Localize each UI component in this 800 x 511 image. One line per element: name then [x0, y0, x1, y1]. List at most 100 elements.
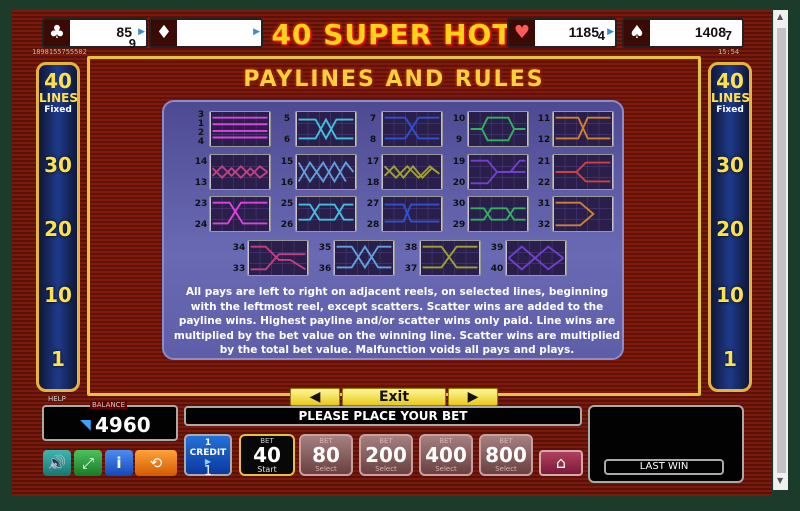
payline-number: 5 — [283, 114, 291, 124]
payline-thumbnail — [209, 196, 271, 232]
payline-number: 29 — [452, 220, 466, 230]
payline-graphic — [382, 155, 442, 189]
payline-number: 28 — [366, 220, 380, 230]
lines-value: 1 — [723, 347, 737, 371]
payline-number: 14 — [194, 157, 208, 167]
clock: 15:54 — [718, 48, 740, 56]
jackpot-diamonds: ♦ ▶ — [149, 18, 263, 48]
game-title: 40 SUPER HOT — [271, 18, 513, 51]
rules-text: All pays are left to right on adjacent r… — [173, 286, 621, 356]
payline-graphic — [553, 112, 613, 146]
lines-label: LINES — [711, 91, 750, 105]
payline-numbers: 23 24 — [193, 200, 209, 242]
payline-graphic — [553, 197, 613, 231]
payline-number: 27 — [366, 199, 380, 209]
payline-numbers: 34 33 — [231, 244, 247, 286]
bet-option-button[interactable]: BET 200 Select — [359, 434, 413, 476]
payline-numbers: 3124 — [193, 111, 209, 147]
payline-numbers: 14 13 — [193, 158, 209, 200]
payline-number: 16 — [280, 178, 294, 188]
payline-number: 24 — [194, 220, 208, 230]
scroll-up-icon[interactable]: ▲ — [777, 12, 783, 21]
lines-column-left: 40 LINES Fixed 30 20 10 1 — [36, 62, 80, 392]
jackpot-arrow-icon: ▶ — [138, 27, 145, 37]
payline-number: 31 — [537, 199, 551, 209]
payline-graphic — [553, 155, 613, 189]
balance-box: BALANCE ◥ 4960 — [42, 401, 178, 441]
bet-option-button[interactable]: BET 800 Select — [479, 434, 533, 476]
fullscreen-icon[interactable]: ⤢ — [74, 450, 102, 476]
jackpot-arrow-icon: ▶ — [253, 27, 260, 37]
credit-button[interactable]: 1 CREDIT ▶ 1 — [184, 434, 232, 478]
bet-option-value: 800 — [485, 443, 527, 467]
payline-numbers: 30 29 — [451, 200, 467, 242]
lines-value: 30 — [716, 153, 744, 177]
payline-graphic — [296, 112, 356, 146]
payline-graphic — [382, 197, 442, 231]
home-button[interactable]: ⌂ — [539, 450, 583, 476]
payline-graphic — [468, 197, 528, 231]
payline-graphic — [420, 241, 480, 275]
jackpot-clubs-sub: 9 — [128, 36, 136, 51]
vertical-scrollbar[interactable]: ▲ ▼ — [773, 10, 788, 490]
payline-number: 23 — [194, 199, 208, 209]
jackpot-spades-value: 1408 — [694, 24, 726, 40]
payline-graphic — [248, 241, 308, 275]
bet-start-button[interactable]: BET 40 Start — [239, 434, 295, 476]
lines-value: 1 — [51, 347, 65, 371]
payline-thumbnail — [295, 196, 357, 232]
payline-number: 37 — [404, 264, 418, 274]
payline-number: 32 — [537, 220, 551, 230]
payline-numbers: 38 37 — [403, 244, 419, 286]
scroll-down-icon[interactable]: ▼ — [777, 476, 783, 485]
next-page-button[interactable]: ▶ — [448, 388, 498, 406]
payline-thumbnail — [381, 154, 443, 190]
bet-start-label: Start — [257, 465, 277, 474]
payline-thumbnail — [552, 154, 614, 190]
clubs-icon: ♣ — [44, 20, 70, 46]
payline-number: 25 — [280, 199, 294, 209]
jackpot-hearts-value: 1185 — [568, 24, 599, 40]
info-icon[interactable]: i — [105, 450, 133, 476]
autoplay-icon[interactable]: ⟲ — [135, 450, 177, 476]
bet-option-button[interactable]: BET 80 Select — [299, 434, 353, 476]
payline-number: 33 — [232, 264, 246, 274]
payline-thumbnail — [333, 240, 395, 276]
payline-graphic — [210, 197, 270, 231]
payline-number: 17 — [366, 157, 380, 167]
sound-icon[interactable]: 🔊 — [43, 450, 71, 476]
payline-number: 7 — [369, 114, 377, 124]
lines-value: 10 — [716, 283, 744, 307]
credit-label: 1 CREDIT — [189, 438, 227, 458]
payline-number: 8 — [369, 135, 377, 145]
bet-option-button[interactable]: BET 400 Select — [419, 434, 473, 476]
payline-numbers: 78 — [365, 115, 381, 157]
payline-thumbnail — [209, 154, 271, 190]
rules-title: PAYLINES AND RULES — [243, 67, 545, 92]
payline-numbers: 39 40 — [489, 244, 505, 286]
lines-header: 40 LINES Fixed — [711, 71, 750, 115]
payline-number: 6 — [283, 135, 291, 145]
payline-numbers: 31 32 — [536, 200, 552, 242]
payline-number: 18 — [366, 178, 380, 188]
lines-count: 40 — [44, 69, 72, 93]
payline-numbers: 56 — [279, 115, 295, 157]
exit-button[interactable]: Exit — [342, 388, 446, 406]
bet-value: 40 — [253, 443, 281, 467]
help-label: HELP — [48, 395, 66, 403]
payline-number: 19 — [452, 157, 466, 167]
payline-graphic — [210, 155, 270, 189]
payline-number: 10 — [452, 114, 466, 124]
bet-option-value: 400 — [425, 443, 467, 467]
payline-thumbnail — [209, 111, 271, 147]
lines-fixed-label: Fixed — [716, 105, 744, 115]
bet-option-value: 80 — [312, 443, 340, 467]
scroll-thumb[interactable] — [777, 28, 786, 473]
bet-option-sub: Select — [315, 465, 337, 473]
payline-number: 11 — [537, 114, 551, 124]
prev-page-button[interactable]: ◀ — [290, 388, 340, 406]
jackpot-spades: ♠ 1408 7 — [622, 18, 744, 48]
payline-numbers: 17 18 — [365, 158, 381, 200]
credit-icon: ◥ — [80, 417, 91, 433]
payline-number: 34 — [232, 243, 246, 253]
